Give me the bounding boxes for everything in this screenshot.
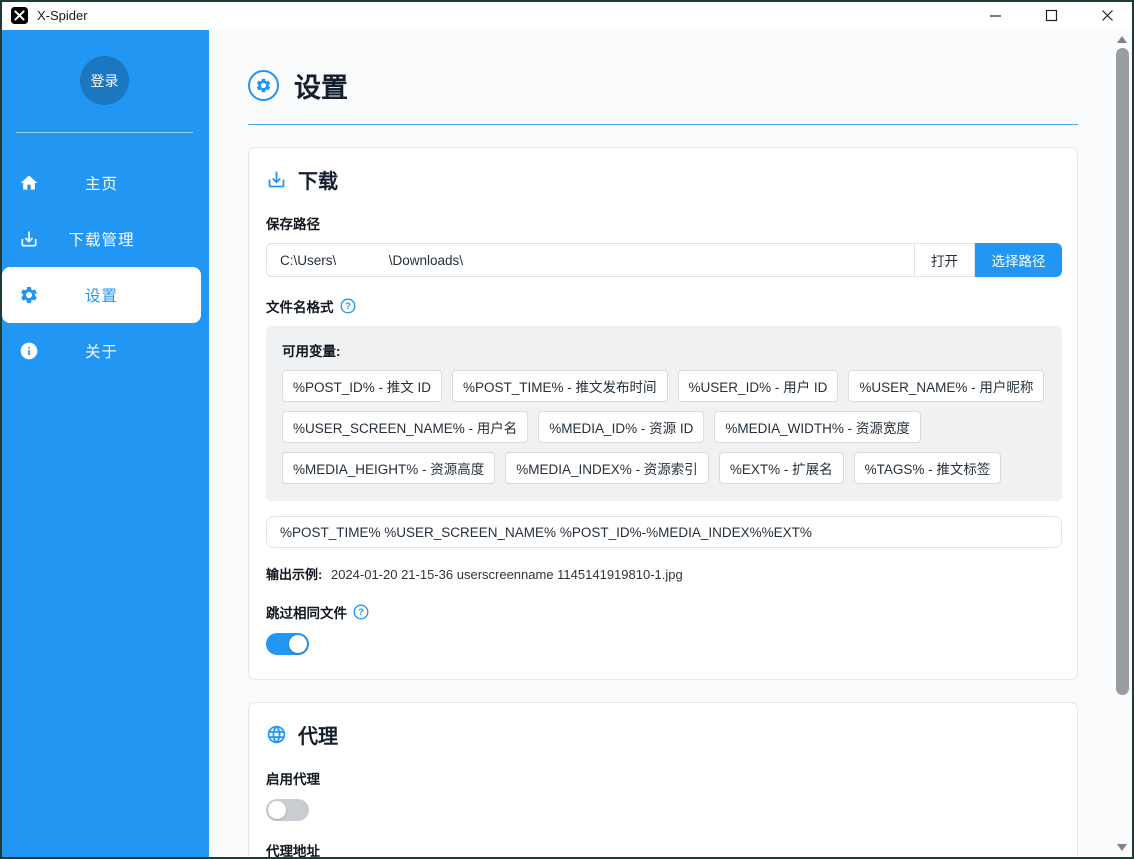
available-variables-panel: 可用变量: %POST_ID% - 推文 ID %POST_TIME% - 推文…	[266, 326, 1062, 501]
enable-proxy-label: 启用代理	[266, 768, 1060, 788]
page-title: 设置	[294, 66, 348, 105]
variable-chip[interactable]: %MEDIA_HEIGHT% - 资源高度	[282, 452, 495, 484]
home-icon	[18, 172, 40, 194]
help-icon[interactable]: ?	[340, 298, 356, 314]
scrollbar[interactable]	[1113, 30, 1132, 857]
scrollbar-up-arrow-icon[interactable]	[1117, 36, 1127, 43]
help-icon[interactable]: ?	[353, 604, 369, 620]
sidebar-menu: 主页 下载管理 设置 关于	[0, 155, 209, 379]
download-section-header: 下载	[266, 165, 1060, 194]
login-label: 登录	[91, 71, 119, 91]
window-title: X-Spider	[37, 8, 88, 23]
output-example: 输出示例: 2024-01-20 21-15-36 userscreenname…	[266, 564, 1060, 583]
scrollbar-down-arrow-icon[interactable]	[1117, 844, 1127, 851]
svg-text:?: ?	[358, 607, 364, 618]
sidebar-item-home[interactable]: 主页	[2, 155, 201, 211]
download-section-title: 下载	[298, 165, 338, 194]
variable-chips: %POST_ID% - 推文 ID %POST_TIME% - 推文发布时间 %…	[282, 370, 1046, 484]
header-divider	[248, 124, 1078, 125]
sidebar-item-settings[interactable]: 设置	[2, 267, 201, 323]
info-icon	[18, 340, 40, 362]
app-logo-x-icon	[11, 7, 28, 24]
variable-chip[interactable]: %MEDIA_WIDTH% - 资源宽度	[714, 411, 921, 443]
skip-same-file-label: 跳过相同文件 ?	[266, 602, 1060, 622]
variable-chip[interactable]: %USER_ID% - 用户 ID	[678, 370, 839, 402]
page-header: 设置	[248, 66, 1078, 105]
login-avatar-button[interactable]: 登录	[80, 56, 129, 105]
settings-circle-gear-icon	[248, 70, 279, 101]
output-example-label: 输出示例:	[266, 567, 322, 582]
available-variables-label: 可用变量:	[282, 340, 1046, 360]
proxy-section-title: 代理	[298, 720, 338, 749]
titlebar: X-Spider	[0, 0, 1134, 30]
proxy-address-label: 代理地址	[266, 840, 1060, 859]
save-path-group: 打开 选择路径	[266, 243, 1062, 277]
globe-icon	[266, 724, 287, 745]
gear-icon	[18, 284, 40, 306]
download-icon	[18, 228, 40, 250]
main-content: 设置 下载 保存路径 打开 选择路径 文件名格式 ?	[209, 30, 1134, 859]
filename-format-input[interactable]	[266, 516, 1062, 548]
choose-path-button[interactable]: 选择路径	[975, 243, 1062, 277]
maximize-button[interactable]	[1040, 4, 1062, 26]
variable-chip[interactable]: %EXT% - 扩展名	[719, 452, 844, 484]
sidebar-item-about[interactable]: 关于	[2, 323, 201, 379]
svg-text:?: ?	[345, 301, 351, 312]
variable-chip[interactable]: %TAGS% - 推文标签	[854, 452, 1002, 484]
minimize-button[interactable]	[984, 4, 1006, 26]
variable-chip[interactable]: %USER_NAME% - 用户昵称	[848, 370, 1044, 402]
toggle-knob	[268, 801, 286, 819]
toggle-knob	[289, 635, 307, 653]
sidebar: 登录 主页 下载管理 设置 关于	[0, 30, 209, 859]
enable-proxy-toggle[interactable]	[266, 799, 309, 821]
open-path-button[interactable]: 打开	[914, 243, 975, 277]
proxy-section-header: 代理	[266, 720, 1060, 749]
output-example-value: 2024-01-20 21-15-36 userscreenname 11451…	[331, 567, 683, 582]
scrollbar-thumb[interactable]	[1116, 48, 1129, 695]
save-path-input[interactable]	[266, 243, 914, 277]
sidebar-divider	[16, 132, 193, 133]
save-path-label: 保存路径	[266, 213, 1060, 233]
variable-chip[interactable]: %POST_ID% - 推文 ID	[282, 370, 442, 402]
variable-chip[interactable]: %MEDIA_INDEX% - 资源索引	[505, 452, 709, 484]
variable-chip[interactable]: %MEDIA_ID% - 资源 ID	[538, 411, 704, 443]
filename-format-label: 文件名格式 ?	[266, 296, 1060, 316]
skip-same-file-toggle[interactable]	[266, 633, 309, 655]
window-controls	[984, 4, 1118, 26]
proxy-settings-card: 代理 启用代理 代理地址	[248, 702, 1078, 859]
sidebar-item-download-manager[interactable]: 下载管理	[2, 211, 201, 267]
variable-chip[interactable]: %POST_TIME% - 推文发布时间	[452, 370, 668, 402]
download-settings-card: 下载 保存路径 打开 选择路径 文件名格式 ? 可用变量: %POST_ID% …	[248, 147, 1078, 680]
download-icon	[266, 169, 287, 190]
variable-chip[interactable]: %USER_SCREEN_NAME% - 用户名	[282, 411, 528, 443]
close-button[interactable]	[1096, 4, 1118, 26]
